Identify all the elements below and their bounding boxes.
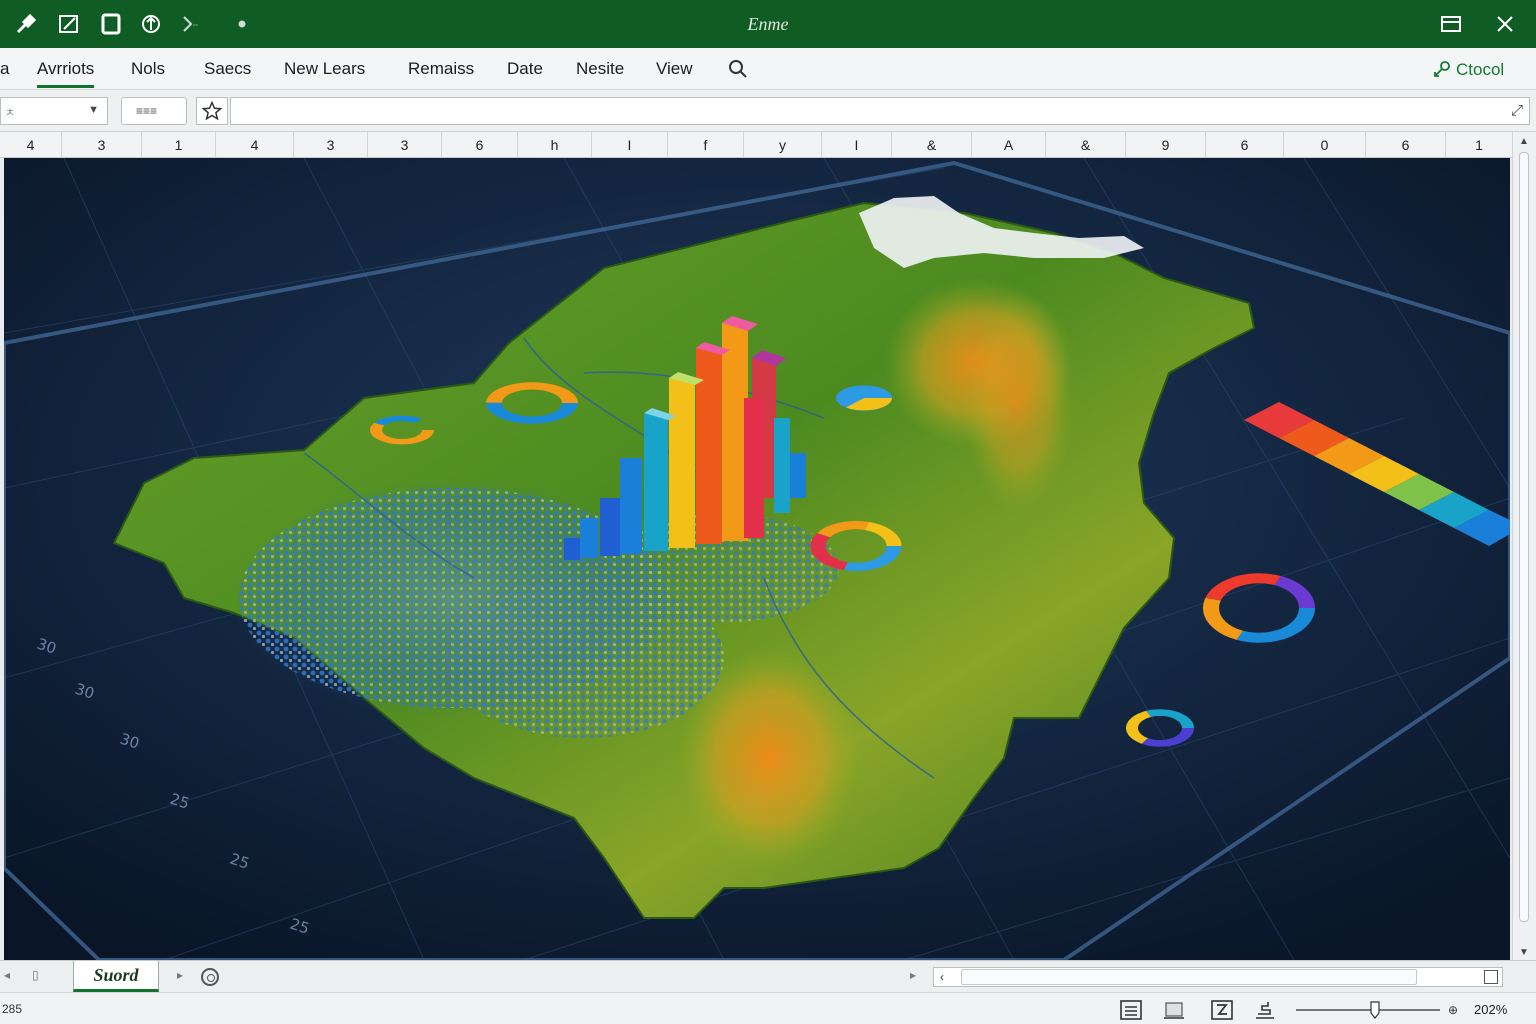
zoom-slider-knob[interactable] bbox=[1370, 1001, 1380, 1019]
function-box-value: ≡≡≡ bbox=[136, 104, 158, 118]
zoom-in-icon[interactable]: ⊕ bbox=[1441, 999, 1465, 1021]
column-header[interactable]: A bbox=[972, 132, 1046, 158]
close-icon[interactable] bbox=[1490, 10, 1520, 38]
name-box[interactable]: ㅊ ▼ bbox=[0, 97, 108, 125]
scroll-left-icon[interactable]: ‹ bbox=[940, 970, 944, 984]
star-icon bbox=[202, 101, 222, 121]
map-visualization: 30 30 30 25 25 25 bbox=[4, 158, 1510, 960]
column-header[interactable]: 6 bbox=[1206, 132, 1284, 158]
tab-scroll-right-icon[interactable]: ▸ bbox=[177, 968, 183, 982]
menu-item-saecs[interactable]: Saecs bbox=[204, 59, 251, 79]
sheet-tabs-bar: ◂ ▯ Suord ▸ ▸ ‹ bbox=[0, 960, 1536, 992]
scroll-down-icon[interactable]: ▼ bbox=[1519, 947, 1529, 958]
column-header[interactable]: f bbox=[668, 132, 744, 158]
column-header[interactable]: I bbox=[822, 132, 892, 158]
page-layout-view-icon[interactable] bbox=[1162, 999, 1186, 1021]
menu-bar: a Avrriots Nols Saecs New Lears Remaiss … bbox=[0, 48, 1536, 90]
chevron-down-icon[interactable]: ▼ bbox=[88, 104, 99, 116]
scroll-thumb[interactable] bbox=[1519, 152, 1529, 922]
function-box[interactable]: ≡≡≡ bbox=[121, 97, 187, 125]
column-header[interactable]: 0 bbox=[1284, 132, 1366, 158]
vertical-scrollbar[interactable]: ▲ ▼ bbox=[1512, 132, 1536, 962]
status-text: 285 bbox=[2, 1002, 23, 1016]
add-sheet-icon[interactable] bbox=[201, 968, 219, 986]
menu-item-partial[interactable]: a bbox=[0, 59, 9, 79]
name-box-value: ㅊ bbox=[5, 107, 16, 119]
column-header[interactable]: 3 bbox=[294, 132, 368, 158]
share-button[interactable]: Ctocol bbox=[1432, 58, 1504, 82]
column-header[interactable]: 3 bbox=[62, 132, 142, 158]
normal-view-icon[interactable] bbox=[1119, 999, 1143, 1021]
donut-chart bbox=[836, 385, 892, 411]
share-icon bbox=[1434, 61, 1450, 77]
zoom-slider[interactable] bbox=[1296, 1009, 1440, 1011]
menu-item-nesite[interactable]: Nesite bbox=[576, 59, 624, 79]
menu-item-avrriots[interactable]: Avrriots bbox=[37, 59, 95, 88]
accessibility-icon[interactable] bbox=[1253, 999, 1277, 1021]
title-bar: Enme bbox=[0, 0, 1536, 48]
column-header[interactable]: 6 bbox=[442, 132, 518, 158]
formula-bar: ㅊ ▼ ≡≡≡ ⤢ bbox=[0, 90, 1536, 132]
formula-input[interactable]: ⤢ bbox=[230, 97, 1530, 125]
page-break-view-icon[interactable] bbox=[1210, 999, 1234, 1021]
column-header[interactable]: 3 bbox=[368, 132, 442, 158]
column-header[interactable]: 4 bbox=[216, 132, 294, 158]
column-header[interactable]: 1 bbox=[1446, 132, 1512, 158]
expand-formula-icon[interactable]: ⤢ bbox=[1511, 102, 1523, 119]
sheet-tab[interactable]: Suord bbox=[73, 961, 159, 992]
column-header[interactable]: & bbox=[1046, 132, 1126, 158]
scroll-up-icon[interactable]: ▲ bbox=[1519, 136, 1529, 147]
column-header[interactable]: 1 bbox=[142, 132, 216, 158]
column-header[interactable]: 4 bbox=[0, 132, 62, 158]
column-header[interactable]: I bbox=[592, 132, 668, 158]
share-label: Ctocol bbox=[1456, 60, 1505, 79]
scroll-right-icon[interactable]: ▸ bbox=[910, 968, 916, 982]
horizontal-scrollbar[interactable]: ‹ bbox=[933, 967, 1503, 987]
menu-item-view[interactable]: View bbox=[656, 59, 693, 79]
window-title: Enme bbox=[747, 14, 789, 34]
menu-item-new-lears[interactable]: New Lears bbox=[284, 59, 365, 79]
scroll-corner-icon[interactable] bbox=[1484, 970, 1498, 984]
favorite-button[interactable] bbox=[196, 97, 228, 125]
horizontal-scroll-thumb[interactable] bbox=[961, 969, 1417, 985]
tab-scroll-left-icon[interactable]: ◂ bbox=[4, 968, 10, 982]
menu-item-date[interactable]: Date bbox=[507, 59, 543, 79]
column-header[interactable]: & bbox=[892, 132, 972, 158]
zoom-level[interactable]: 202% bbox=[1474, 1002, 1507, 1017]
column-header[interactable]: 6 bbox=[1366, 132, 1446, 158]
restore-window-icon[interactable] bbox=[1436, 10, 1466, 38]
menu-item-nols[interactable]: Nols bbox=[131, 59, 165, 79]
column-header[interactable]: 9 bbox=[1126, 132, 1206, 158]
search-icon[interactable] bbox=[727, 58, 749, 80]
status-bar: 285 ⊕ 202% bbox=[0, 992, 1536, 1024]
menu-item-remaiss[interactable]: Remaiss bbox=[408, 59, 474, 79]
tab-scroll-ellipsis[interactable]: ▯ bbox=[32, 968, 39, 982]
column-header[interactable]: h bbox=[518, 132, 592, 158]
column-headers: 4 3 1 4 3 3 6 h I f y I & A & 9 6 0 6 1 bbox=[0, 132, 1512, 158]
column-header[interactable]: y bbox=[744, 132, 822, 158]
